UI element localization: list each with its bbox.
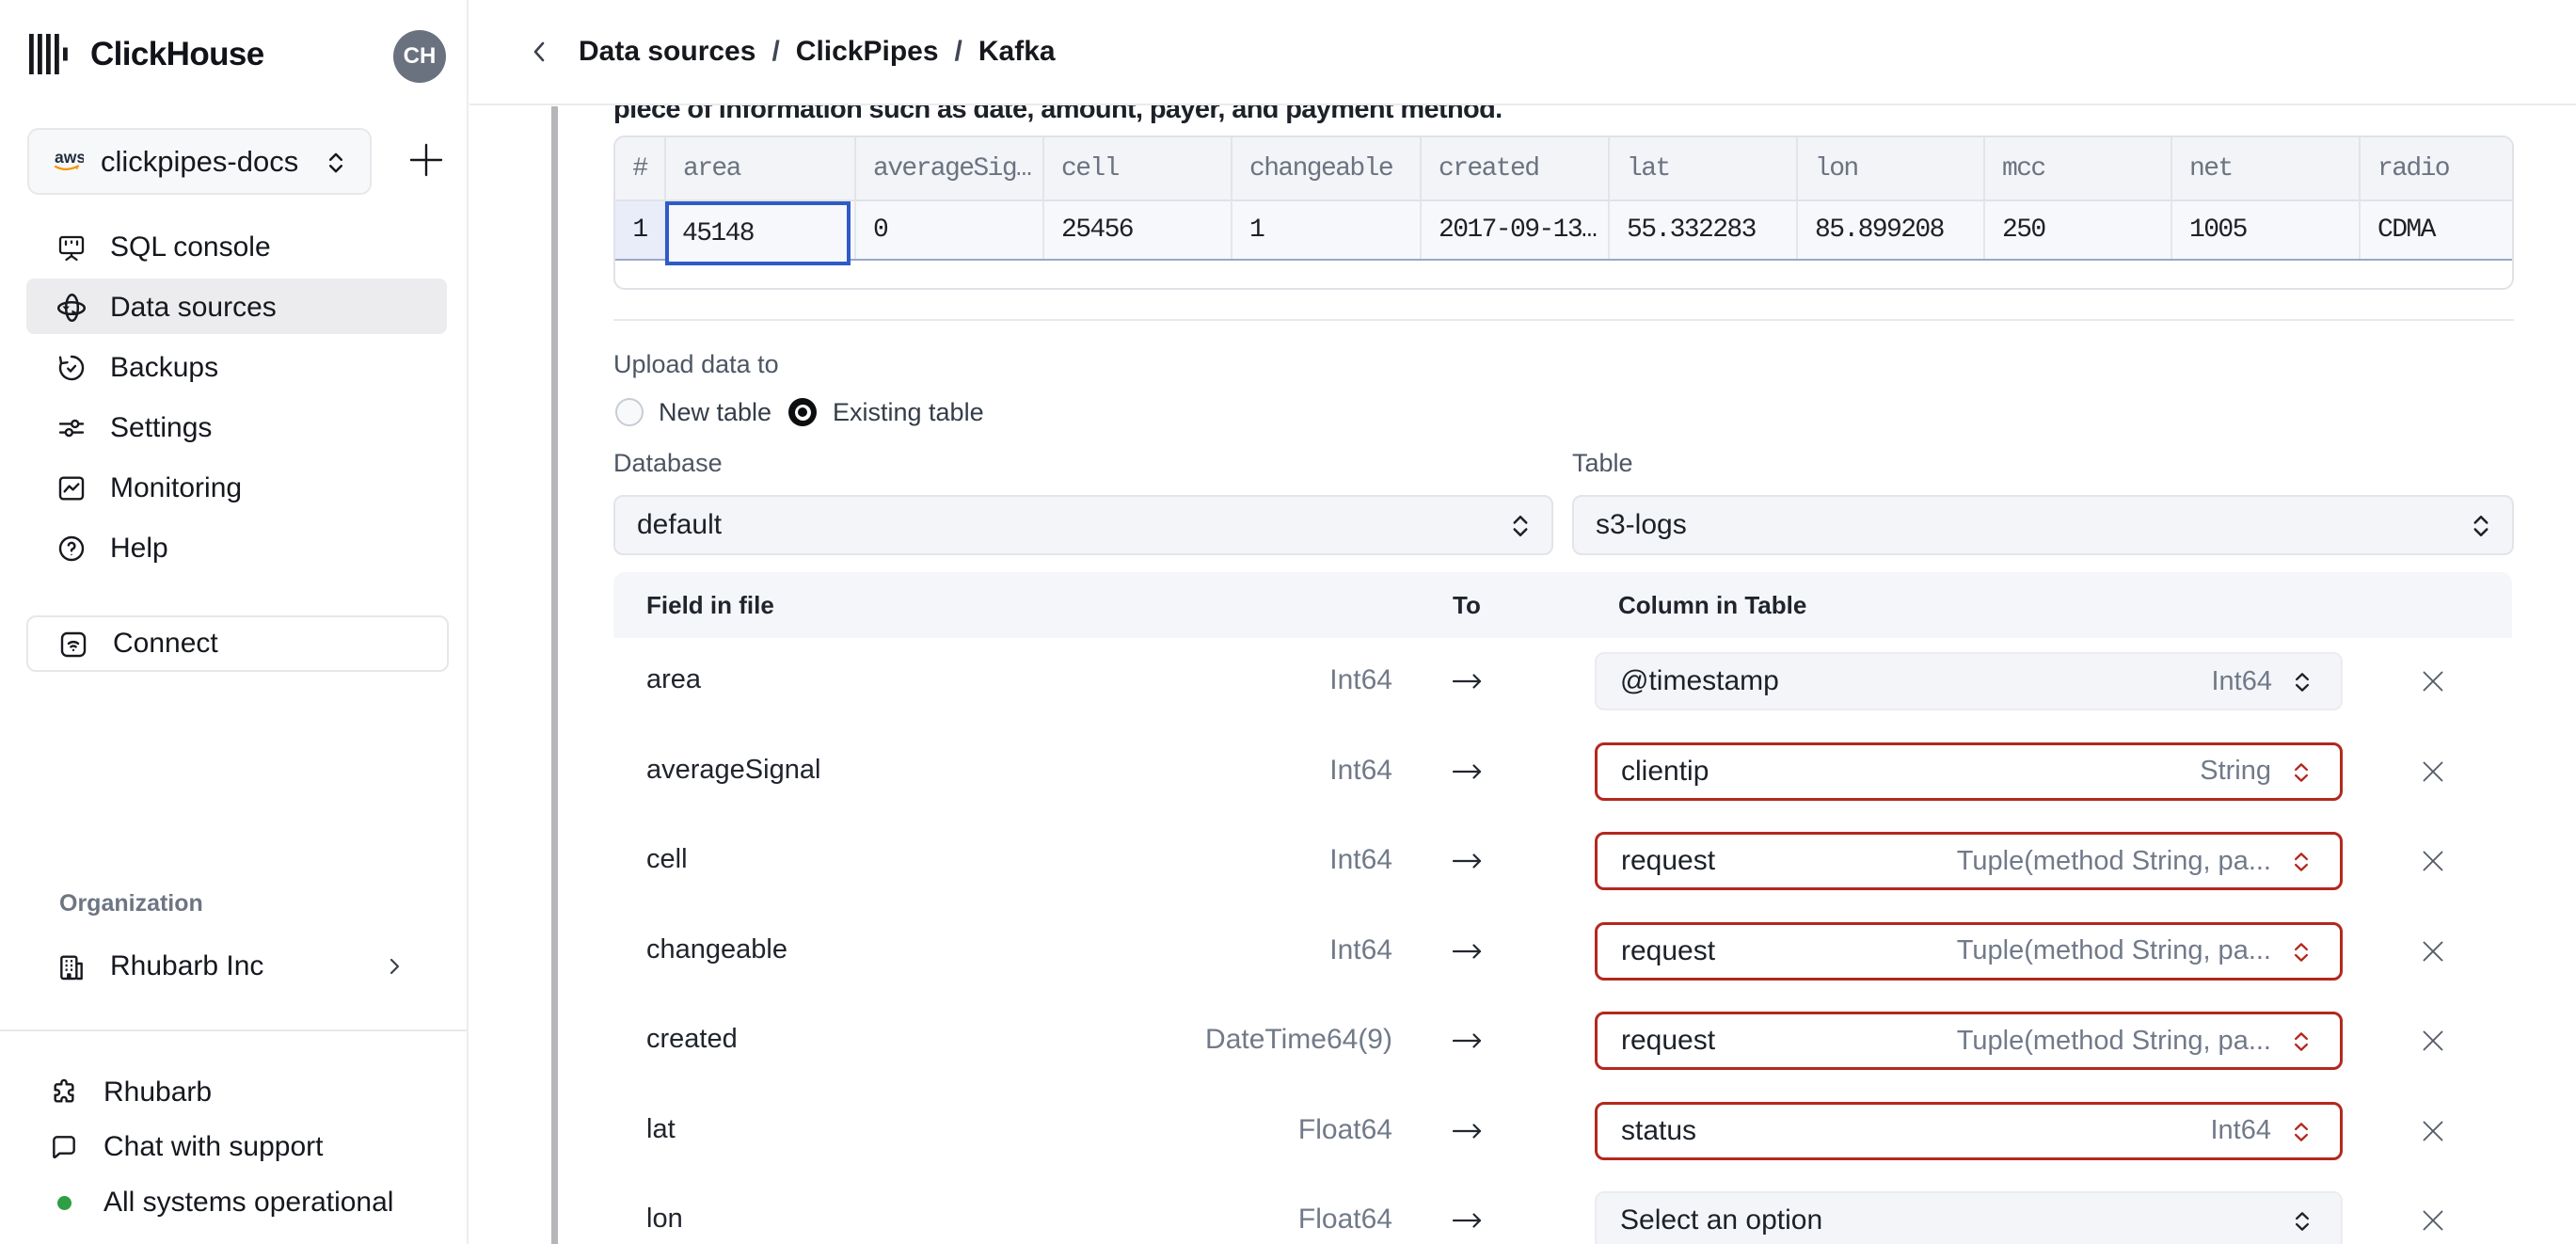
- svg-text:aws: aws: [55, 148, 84, 167]
